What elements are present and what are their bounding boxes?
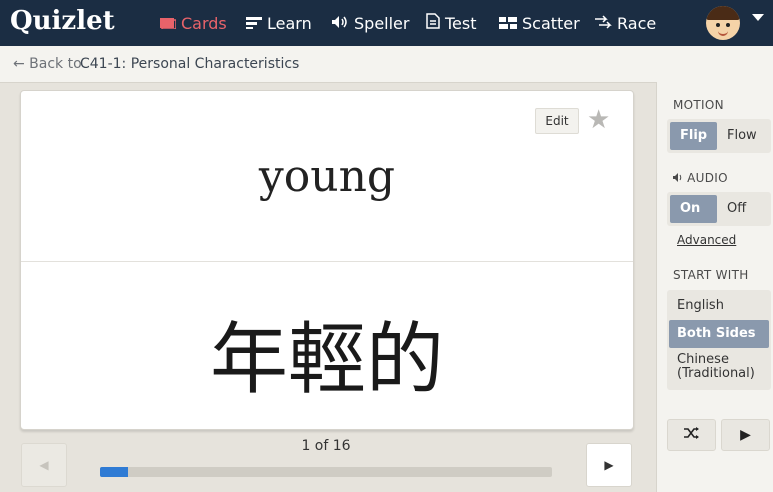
play-icon: ▶: [740, 427, 751, 443]
speaker-icon: [331, 14, 349, 33]
start-chinese-option[interactable]: Chinese (Traditional): [669, 353, 769, 385]
audio-label-row: AUDIO: [673, 171, 728, 185]
speaker-icon: [673, 171, 683, 185]
nav-label: Scatter: [522, 13, 580, 33]
nav-speller[interactable]: Speller: [331, 0, 409, 46]
user-avatar[interactable]: [706, 6, 740, 40]
cards-icon: [160, 14, 177, 33]
progress-bar: [100, 467, 552, 477]
start-english-option[interactable]: English: [669, 296, 769, 316]
audio-off-option[interactable]: Off: [717, 195, 771, 223]
quizlet-logo[interactable]: Quizlet: [10, 6, 115, 36]
start-both-sides-option[interactable]: Both Sides: [669, 320, 769, 348]
scatter-icon: [499, 14, 517, 33]
motion-label: MOTION: [673, 98, 724, 112]
card-term: young: [258, 151, 396, 202]
card-counter: 1 of 16: [301, 438, 351, 454]
flashcard[interactable]: Edit ★ young 年輕的: [20, 90, 634, 430]
nav-label: Race: [617, 13, 657, 33]
back-link[interactable]: ← Back to: [13, 56, 82, 72]
motion-flip-option[interactable]: Flip: [670, 122, 717, 150]
nav-cards[interactable]: Cards: [160, 0, 227, 46]
nav-learn[interactable]: Learn: [246, 0, 312, 46]
shuffle-button[interactable]: [667, 419, 716, 451]
nav-scatter[interactable]: Scatter: [499, 0, 580, 46]
motion-flow-option[interactable]: Flow: [717, 122, 771, 150]
account-menu-caret-icon[interactable]: [752, 14, 764, 21]
autoplay-button[interactable]: ▶: [721, 419, 770, 451]
card-definition: 年輕的: [209, 315, 444, 405]
audio-on-option[interactable]: On: [670, 195, 717, 223]
next-card-button[interactable]: ▶: [586, 443, 632, 487]
learn-icon: [246, 14, 262, 33]
nav-label: Speller: [354, 13, 410, 33]
right-arrow-icon: ▶: [604, 458, 614, 472]
progress-fill: [100, 467, 129, 477]
star-icon[interactable]: ★: [587, 105, 610, 135]
motion-toggle: Flip Flow: [667, 119, 771, 153]
set-title-link[interactable]: C41-1: Personal Characteristics: [80, 56, 299, 72]
top-navigation-bar: Quizlet Cards Learn Speller Test Scatter…: [0, 0, 773, 46]
left-arrow-icon: ◀: [39, 458, 49, 472]
card-divider: [21, 261, 633, 262]
nav-test[interactable]: Test: [426, 0, 477, 46]
start-with-options: English Both Sides Chinese (Traditional): [667, 290, 771, 390]
advanced-audio-link[interactable]: Advanced: [677, 233, 736, 247]
edit-button[interactable]: Edit: [535, 108, 579, 134]
nav-label: Learn: [267, 13, 312, 33]
audio-label: AUDIO: [687, 171, 728, 185]
previous-card-button[interactable]: ◀: [21, 443, 67, 487]
audio-toggle: On Off: [667, 192, 771, 226]
test-icon: [426, 13, 440, 33]
nav-label: Cards: [181, 13, 227, 33]
shuffle-icon: [683, 427, 700, 443]
nav-race[interactable]: Race: [594, 0, 656, 46]
start-with-label: START WITH: [673, 268, 749, 282]
breadcrumb: ← Back to C41-1: Personal Characteristic…: [0, 46, 773, 83]
race-icon: [594, 14, 612, 33]
options-sidebar: MOTION Flip Flow AUDIO On Off Advanced S…: [656, 82, 773, 492]
nav-label: Test: [445, 13, 477, 33]
